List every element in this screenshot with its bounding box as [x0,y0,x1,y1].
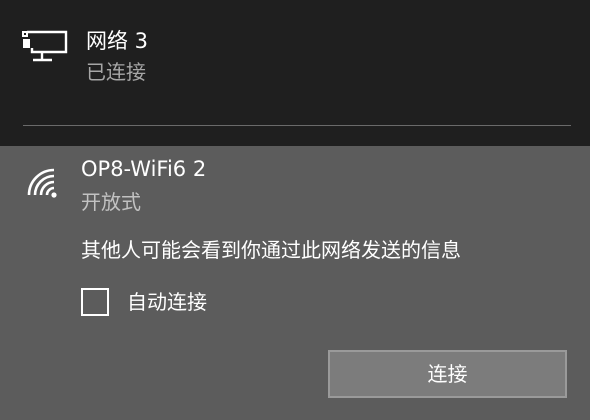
wired-network-status: 已连接 [86,60,146,84]
auto-connect-option[interactable]: 自动连接 [81,287,241,319]
wifi-network-name: OP8-WiFi6 2 [81,157,207,181]
auto-connect-checkbox[interactable] [81,288,109,316]
network-flyout: 网络 3 已连接 OP8-WiFi6 2 开放式 其他人可能会看到你通过此网络发… [0,0,590,420]
wifi-signal-icon [27,168,57,198]
wifi-network-item-selected[interactable]: OP8-WiFi6 2 开放式 其他人可能会看到你通过此网络发送的信息 自动连接… [0,146,590,420]
open-network-warning: 其他人可能会看到你通过此网络发送的信息 [81,238,461,262]
auto-connect-label: 自动连接 [127,290,207,314]
divider [23,125,571,126]
wired-network-name: 网络 3 [86,29,149,53]
connect-button[interactable]: 连接 [328,350,567,398]
wired-network-item[interactable]: 网络 3 已连接 [0,0,590,126]
wired-network-icon [22,30,68,62]
wifi-security-type: 开放式 [81,190,141,214]
